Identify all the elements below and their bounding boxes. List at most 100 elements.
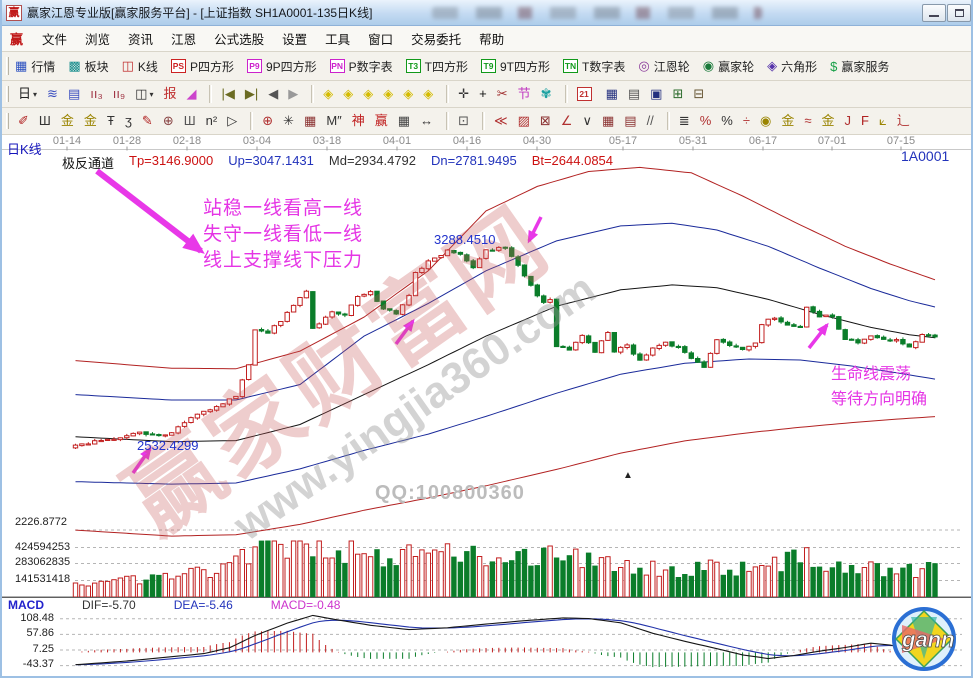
tool-step-forward[interactable]: ▶ xyxy=(285,85,301,103)
tool-stock-report[interactable]: 报 xyxy=(160,85,179,103)
tool-gann-diamond-6[interactable]: ◈ xyxy=(420,85,436,103)
tool-smart-tool[interactable]: ✾ xyxy=(538,85,555,103)
tool-calendar-21[interactable]: 21 xyxy=(574,86,599,102)
tool-percent[interactable]: % xyxy=(718,112,736,130)
tool-percent-zone[interactable]: % xyxy=(697,112,715,130)
tool-sectors[interactable]: ▩板块 xyxy=(68,58,108,75)
tool-gold-level[interactable]: 金 xyxy=(778,112,797,130)
tool-print[interactable]: ⊟ xyxy=(690,85,707,103)
tool-gold-comb-1[interactable]: 金 xyxy=(58,112,77,130)
tool-t-number-table[interactable]: TNT数字表 xyxy=(563,58,625,75)
tool-kline[interactable]: ◫K线 xyxy=(122,58,158,75)
menu-窗口[interactable]: 窗口 xyxy=(359,26,402,51)
tool-export[interactable]: ⊞ xyxy=(669,85,686,103)
tool-notes[interactable]: ▤ xyxy=(625,85,643,103)
tool-festival-tool[interactable]: 节 xyxy=(515,85,534,103)
tool-comb-line[interactable]: Ш xyxy=(36,112,54,130)
maximize-button[interactable] xyxy=(947,4,971,22)
menu-工具[interactable]: 工具 xyxy=(316,26,359,51)
tool-9p-square[interactable]: P99P四方形 xyxy=(247,58,317,75)
tool-step-back[interactable]: ◀ xyxy=(265,85,281,103)
menu-文件[interactable]: 文件 xyxy=(33,26,76,51)
tool-spider-web[interactable]: ▦ xyxy=(301,112,319,130)
tool-gold-comb-2[interactable]: 金 xyxy=(81,112,100,130)
tool-t-square[interactable]: T3T四方形 xyxy=(406,58,468,75)
tool-winner-wheel[interactable]: ◉赢家轮 xyxy=(703,58,754,75)
tool-box-range[interactable]: ⊡ xyxy=(455,112,472,130)
tool-mini-chart-3[interactable]: ıı₃ xyxy=(87,85,106,103)
tool-calculator[interactable]: ▦ xyxy=(603,85,621,103)
tool-gann-diamond-2[interactable]: ◈ xyxy=(340,85,356,103)
tool-skip-last[interactable]: ▶| xyxy=(242,85,261,103)
menu-江恩[interactable]: 江恩 xyxy=(162,26,205,51)
tool-arrow-draw[interactable]: ▷ xyxy=(224,112,240,130)
tool-grid-b[interactable]: ▤ xyxy=(621,112,639,130)
tool-angle-line[interactable]: ∠ xyxy=(558,112,576,130)
candle-style-dropdown-icon[interactable]: ▾ xyxy=(149,90,153,99)
tool-gold-fan[interactable]: 金 xyxy=(818,112,837,130)
tool-mini-chart-9[interactable]: ıı₉ xyxy=(110,85,128,103)
tool-9t-square[interactable]: T99T四方形 xyxy=(481,58,550,75)
menu-设置[interactable]: 设置 xyxy=(273,26,316,51)
toolbar-drag-handle[interactable] xyxy=(6,86,9,103)
tool-level-list[interactable]: ≣ xyxy=(676,112,693,130)
tool-shen-tool[interactable]: 神 xyxy=(349,112,368,130)
toolbar-drag-handle[interactable] xyxy=(6,57,9,75)
tool-brush[interactable]: ✎ xyxy=(139,112,156,130)
tool-pattern-view[interactable]: ≋ xyxy=(44,85,61,103)
tool-info-document[interactable]: ▤ xyxy=(65,85,83,103)
tool-flag-gradient[interactable]: ◢ xyxy=(183,85,199,103)
indicator-name[interactable]: 极反通道 xyxy=(62,153,114,172)
tool-f-line[interactable]: F xyxy=(858,112,872,130)
tool-m-marks[interactable]: M″ xyxy=(323,112,344,130)
tool-grid-a[interactable]: ▦ xyxy=(599,112,617,130)
tool-p-square[interactable]: PSP四方形 xyxy=(171,58,234,75)
tool-hatch[interactable]: // xyxy=(644,112,657,130)
tool-crosshair[interactable]: + xyxy=(476,85,490,103)
tool-hexagon[interactable]: ◈六角形 xyxy=(767,58,817,75)
menu-公式选股[interactable]: 公式选股 xyxy=(205,26,273,51)
tool-gann-diamond-1[interactable]: ◈ xyxy=(320,85,336,103)
tool-gann-diamond-3[interactable]: ◈ xyxy=(360,85,376,103)
period-day-dropdown-icon[interactable]: ▾ xyxy=(33,90,37,99)
menu-交易委托[interactable]: 交易委托 xyxy=(402,26,470,51)
tool-gold-angle[interactable]: ⟀ xyxy=(876,112,890,130)
tool-ying-tool[interactable]: 赢 xyxy=(372,112,391,130)
tool-compass[interactable]: ⊕ xyxy=(259,112,276,130)
tool-winner-service[interactable]: $赢家服务 xyxy=(830,58,889,75)
toolbar-drag-handle[interactable] xyxy=(6,113,9,130)
tool-quotes[interactable]: ▦行情 xyxy=(15,58,55,75)
tool-speed-line[interactable]: 辶 xyxy=(894,112,913,130)
tool-skip-first[interactable]: |◀ xyxy=(218,85,237,103)
tool-wave-tool[interactable]: ≈ xyxy=(801,112,814,130)
tool-p-number-table[interactable]: PNP数字表 xyxy=(330,58,393,75)
menu-帮助[interactable]: 帮助 xyxy=(470,26,513,51)
tool-star-web[interactable]: ✳ xyxy=(280,112,297,130)
tool-gold-circle[interactable]: ◉ xyxy=(757,112,774,130)
tool-web-box[interactable]: ▨ xyxy=(515,112,533,130)
tool-candle-style[interactable]: ◫▾ xyxy=(132,85,156,103)
tool-percent-line[interactable]: ÷ xyxy=(740,112,753,130)
tool-spiral-tool[interactable]: ʒ xyxy=(122,112,135,130)
tool-measure-tool[interactable]: ✂ xyxy=(494,85,511,103)
tool-pencil[interactable]: ✐ xyxy=(15,112,32,130)
titlebar[interactable]: 赢 赢家江恩专业版[赢家服务平台] - [上证指数 SH1A0001-135日K… xyxy=(0,0,973,26)
tool-gann-diamond-4[interactable]: ◈ xyxy=(380,85,396,103)
menu-浏览[interactable]: 浏览 xyxy=(76,26,119,51)
tool-hand-tool[interactable]: ✛ xyxy=(455,85,472,103)
tool-gann-circle[interactable]: ⊕ xyxy=(160,112,177,130)
tool-tick-comb[interactable]: Ш xyxy=(181,112,199,130)
minimize-button[interactable] xyxy=(922,4,946,22)
tool-grid-123[interactable]: ▦ xyxy=(395,112,413,130)
tool-period-day[interactable]: 日▾ xyxy=(15,85,40,103)
tool-gann-wheel[interactable]: ◎江恩轮 xyxy=(638,58,689,75)
macd-header-value[interactable]: MACD xyxy=(8,598,44,612)
tool-vee-line[interactable]: ∨ xyxy=(579,112,595,130)
tool-gann-diamond-5[interactable]: ◈ xyxy=(400,85,416,103)
tool-f-comb[interactable]: Ŧ xyxy=(104,112,118,130)
tool-width-span[interactable]: ↔ xyxy=(417,112,436,130)
tool-x-box[interactable]: ⊠ xyxy=(537,112,554,130)
menu-资讯[interactable]: 资讯 xyxy=(119,26,162,51)
tool-fan-lines[interactable]: ≪ xyxy=(491,112,511,130)
tool-save[interactable]: ▣ xyxy=(647,85,665,103)
